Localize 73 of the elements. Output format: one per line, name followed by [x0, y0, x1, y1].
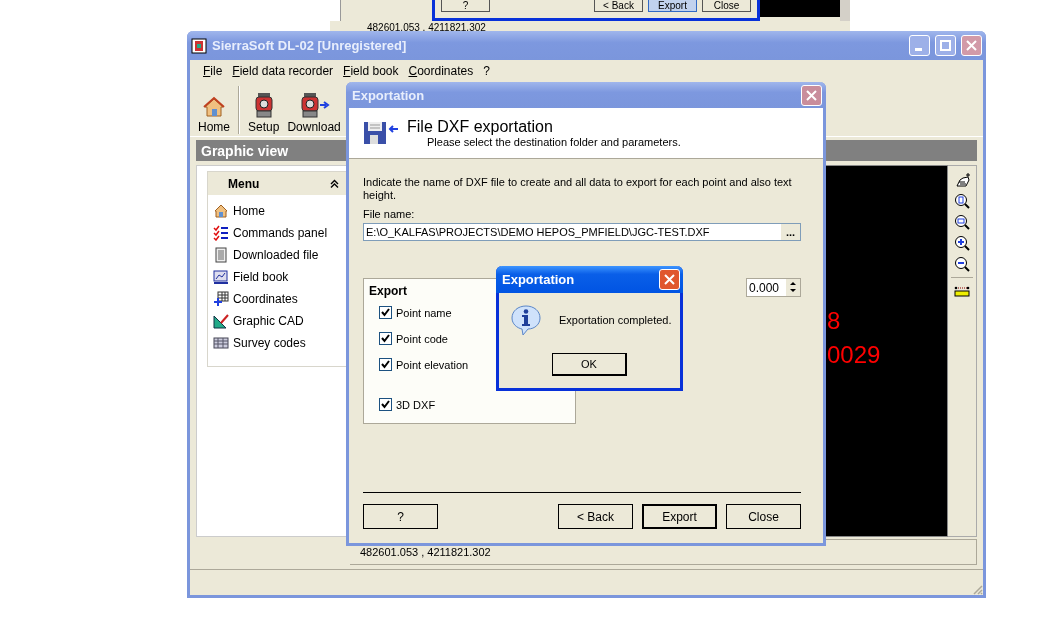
- zoom-in-icon[interactable]: [954, 235, 970, 251]
- field-label: File name:: [363, 208, 415, 220]
- dialog-button[interactable]: Export: [642, 504, 717, 529]
- checkbox-label: Point elevation: [396, 358, 469, 371]
- menu-panel-item[interactable]: Home: [213, 203, 347, 219]
- group-title: Export: [369, 284, 407, 298]
- toolbar-button[interactable]: Home: [194, 84, 234, 136]
- menu-item[interactable]: Field data recorder: [227, 64, 339, 78]
- menu-item[interactable]: Coordinates: [403, 64, 479, 78]
- zoom-window-icon[interactable]: [954, 214, 970, 230]
- document-icon: [213, 247, 229, 263]
- point-label: 8: [827, 307, 841, 335]
- checkbox-label: Point code: [396, 332, 448, 345]
- menu-panel-item[interactable]: Downloaded file: [213, 247, 347, 263]
- dialog-heading: File DXF exportation: [407, 118, 554, 136]
- checkbox[interactable]: [379, 358, 392, 371]
- menu-panel-item[interactable]: Graphic CAD: [213, 313, 347, 329]
- menu-panel-item[interactable]: Coordinates: [213, 291, 347, 307]
- text-height-spinner[interactable]: 0.000: [746, 278, 801, 297]
- close-button[interactable]: [801, 84, 822, 106]
- toolbar-button[interactable]: Download: [283, 84, 345, 136]
- dialog-button[interactable]: Export: [648, 0, 697, 12]
- checkbox[interactable]: [379, 306, 392, 319]
- browse-button[interactable]: ...: [781, 224, 800, 240]
- dialog-title: Exportation: [352, 87, 426, 103]
- dialog-button[interactable]: ?: [441, 0, 490, 12]
- checkbox[interactable]: [379, 332, 392, 345]
- window-edge: [840, 0, 850, 21]
- menu-panel-item[interactable]: Field book: [213, 269, 347, 285]
- close-icon: [806, 89, 817, 101]
- zoom-out-icon[interactable]: [954, 256, 970, 272]
- dialog-button[interactable]: < Back: [558, 504, 633, 529]
- toolbar-button[interactable]: Setup: [244, 84, 284, 136]
- menu-panel-item[interactable]: Commands panel: [213, 225, 347, 241]
- menu-panel-title: Menu: [228, 176, 260, 191]
- house-icon: [213, 203, 229, 219]
- window-panel: [330, 0, 341, 21]
- dialog-button[interactable]: ?: [363, 504, 438, 529]
- house-icon: [203, 96, 225, 118]
- minimize-icon: [914, 48, 922, 51]
- checkbox[interactable]: [379, 398, 392, 411]
- checkbox-label: 3D DXF: [396, 398, 436, 411]
- collapse-icon: [330, 179, 339, 188]
- dialog-button[interactable]: Close: [702, 0, 751, 12]
- close-button[interactable]: [659, 269, 680, 290]
- point-label: 0029: [827, 341, 881, 369]
- grid-table-icon: [213, 291, 229, 307]
- total-station-icon: [298, 92, 331, 118]
- window-title: SierraSoft DL-02 [Unregistered]: [212, 38, 408, 53]
- coordinates-text: 482601.053 , 4211821.302: [360, 546, 491, 558]
- instructions-text: Indicate the name of DXF file to create and all data to export for each point and also text height.: [363, 176, 793, 202]
- close-icon: [664, 274, 675, 285]
- checkbox-label: Point name: [396, 306, 452, 319]
- dialog-button[interactable]: Close: [726, 504, 801, 529]
- maximize-icon: [940, 40, 951, 51]
- file-name-field[interactable]: E:\O_KALFAS\PROJECTS\DEMO HEPOS_PMFIELD\JGC-TEST.DXF ...: [363, 223, 801, 241]
- dialog-button[interactable]: < Back: [594, 0, 643, 12]
- menu-item[interactable]: File: [198, 64, 228, 78]
- menu-item[interactable]: ?: [478, 64, 495, 78]
- menu-item[interactable]: Field book: [338, 64, 404, 78]
- dialog-title: Exportation: [502, 272, 576, 287]
- ok-button[interactable]: OK: [552, 353, 627, 376]
- close-icon: [966, 40, 977, 51]
- message-text: Exportation completed.: [559, 314, 672, 326]
- resize-grip-icon: [971, 583, 983, 595]
- app-icon: [191, 37, 207, 54]
- info-icon: [510, 304, 542, 336]
- checklist-icon: [213, 225, 229, 241]
- table-icon: [213, 335, 229, 351]
- chart-book-icon: [213, 269, 229, 285]
- menu-panel-item[interactable]: Survey codes: [213, 335, 347, 351]
- zoom-page-icon[interactable]: [954, 193, 970, 209]
- coordinates-text: 482601.053 , 4211821.302: [367, 22, 486, 33]
